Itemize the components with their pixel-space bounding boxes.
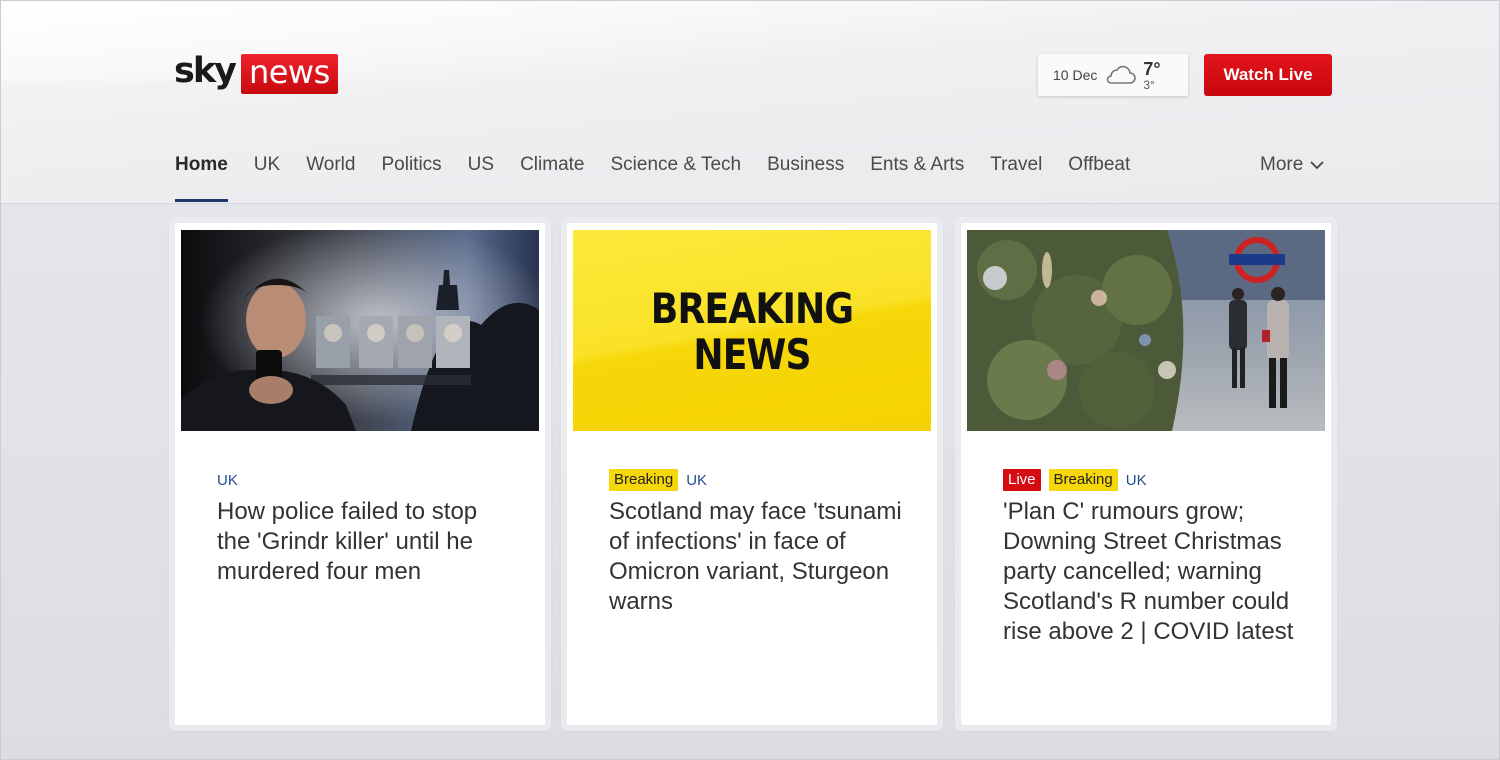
breaking-badge: Breaking [1048, 469, 1118, 491]
logo-news-text: news [240, 54, 338, 94]
nav-item-travel[interactable]: Travel [990, 152, 1042, 200]
live-badge: Live [1003, 469, 1041, 491]
story-tags: UK [217, 469, 517, 491]
story-body: UK How police failed to stop the 'Grindr… [217, 469, 517, 587]
weather-low-temp: 3° [1143, 77, 1155, 92]
main-nav: Home UK World Politics US Climate Scienc… [175, 152, 1156, 204]
page-frame: sky news 10 Dec 7° 3° Watch Live Home UK… [0, 0, 1500, 760]
breaking-badge: Breaking [609, 469, 679, 491]
nav-item-offbeat[interactable]: Offbeat [1068, 152, 1130, 200]
nav-more-menu[interactable]: More [1260, 152, 1324, 178]
nav-item-science-tech[interactable]: Science & Tech [610, 152, 741, 200]
nav-item-home[interactable]: Home [175, 152, 228, 202]
story-body: Breaking UK Scotland may face 'tsunami o… [609, 469, 909, 617]
weather-temperatures: 7° 3° [1143, 60, 1160, 91]
logo-sky-text: sky [174, 50, 237, 91]
story-card[interactable]: UK How police failed to stop the 'Grindr… [175, 223, 545, 725]
chevron-down-icon [1310, 160, 1324, 169]
nav-item-world[interactable]: World [306, 152, 355, 200]
nav-item-climate[interactable]: Climate [520, 152, 584, 200]
story-headline[interactable]: 'Plan C' rumours grow; Downing Street Ch… [1003, 497, 1303, 647]
story-tags: Breaking UK [609, 469, 909, 491]
cloud-icon [1107, 65, 1137, 84]
breaking-news-graphic: BREAKING NEWS [573, 230, 931, 431]
story-body: Live Breaking UK 'Plan C' rumours grow; … [1003, 469, 1303, 647]
story-headline[interactable]: Scotland may face 'tsunami of infections… [609, 497, 909, 617]
nav-item-us[interactable]: US [468, 152, 494, 200]
story-card[interactable]: Live Breaking UK 'Plan C' rumours grow; … [961, 223, 1331, 725]
nav-item-politics[interactable]: Politics [381, 152, 441, 200]
story-category-link[interactable]: UK [217, 472, 238, 489]
story-card[interactable]: BREAKING NEWS Breaking UK Scotland may f… [567, 223, 937, 725]
site-header: sky news 10 Dec 7° 3° Watch Live Home UK… [1, 1, 1499, 204]
breaking-news-graphic-text: BREAKING NEWS [598, 286, 906, 378]
nav-item-ents-arts[interactable]: Ents & Arts [870, 152, 964, 200]
watch-live-button[interactable]: Watch Live [1204, 54, 1332, 96]
nav-item-uk[interactable]: UK [254, 152, 280, 200]
story-category-link[interactable]: UK [686, 472, 707, 489]
story-tags: Live Breaking UK [1003, 469, 1303, 491]
nav-item-business[interactable]: Business [767, 152, 844, 200]
weather-high-temp: 7° [1143, 58, 1161, 79]
breaking-graphic-line2: NEWS [693, 330, 811, 379]
weather-widget[interactable]: 10 Dec 7° 3° [1038, 54, 1188, 96]
story-image[interactable] [967, 230, 1325, 431]
story-image[interactable]: BREAKING NEWS [573, 230, 931, 431]
nav-more-label: More [1260, 154, 1304, 175]
story-image[interactable] [181, 230, 539, 431]
story-headline[interactable]: How police failed to stop the 'Grindr ki… [217, 497, 517, 587]
sky-news-logo[interactable]: sky news [174, 51, 338, 97]
breaking-graphic-line1: BREAKING [650, 284, 854, 333]
story-category-link[interactable]: UK [1126, 472, 1147, 489]
weather-date: 10 Dec [1053, 67, 1098, 83]
